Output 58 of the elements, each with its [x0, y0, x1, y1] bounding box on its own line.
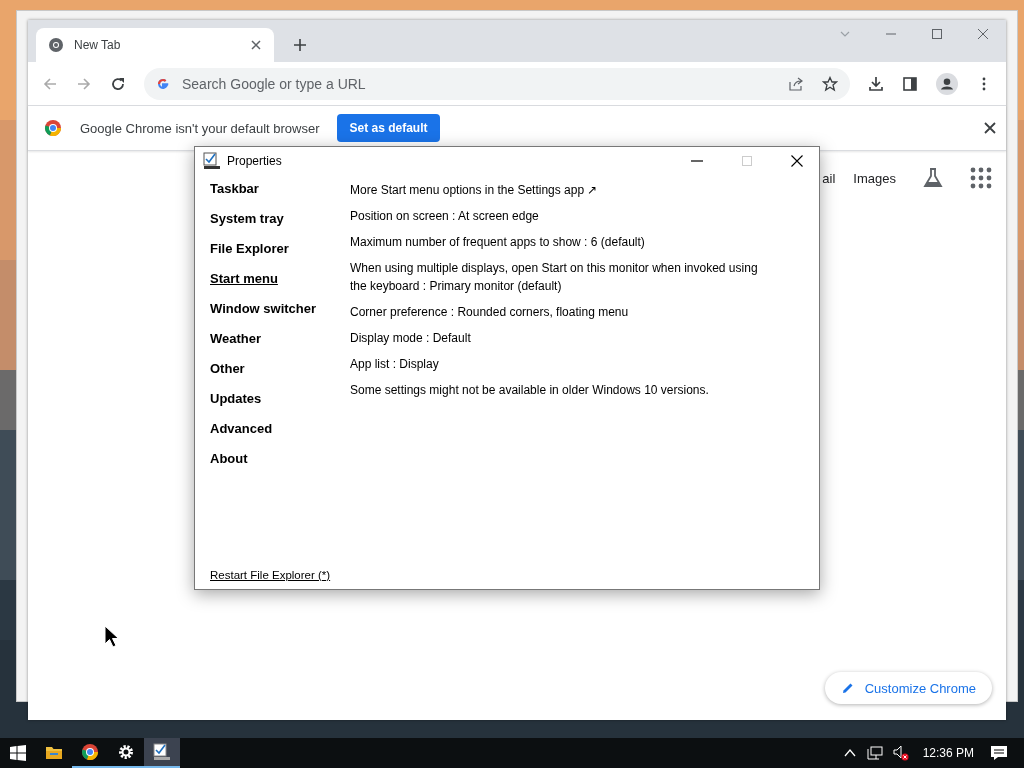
address-input[interactable]: Search Google or type a URL [180, 74, 444, 93]
nav-item[interactable]: Advanced [210, 421, 273, 436]
nav-item[interactable]: Updates [210, 391, 262, 406]
chrome-logo-icon [81, 743, 99, 761]
network-icon[interactable] [866, 745, 883, 761]
notification-icon[interactable] [990, 744, 1008, 762]
setting-text[interactable]: More Start menu options in the Settings app ↗ [350, 181, 598, 199]
nav-item[interactable]: Weather [210, 331, 262, 346]
nav-item[interactable]: Window switcher [210, 301, 317, 316]
maximize-icon[interactable] [931, 28, 943, 40]
setting-text[interactable]: Some settings might not be available in older Windows 10 versions. [350, 381, 709, 399]
restart-link[interactable]: Restart File Explorer (*) [210, 569, 331, 581]
window-title: Properties [227, 154, 282, 168]
reload-icon[interactable] [110, 75, 126, 92]
apps-grid-icon[interactable] [970, 167, 992, 189]
infobar-message: Google Chrome isn't your default browser [80, 120, 320, 136]
cursor-icon [104, 625, 120, 649]
customize-chrome-button[interactable]: Customize Chrome [824, 672, 992, 704]
close-icon[interactable] [250, 39, 262, 51]
share-icon[interactable] [788, 75, 804, 92]
nav-item[interactable]: File Explorer [210, 241, 289, 256]
setting-text[interactable]: Maximum number of frequent apps to show : 6 (default) [350, 233, 645, 251]
close-icon[interactable] [791, 155, 803, 167]
nav-item[interactable]: Start menu [210, 271, 278, 286]
nav-item[interactable]: Other [210, 361, 245, 376]
address-bar[interactable]: Search Google or type a URL [144, 67, 850, 100]
chrome-logo-icon [48, 37, 64, 53]
nav-item[interactable]: Taskbar [210, 181, 259, 196]
windows-logo-icon[interactable] [10, 745, 26, 761]
checkbox-app-icon [203, 152, 221, 170]
clock-time[interactable]: 12:36 PM [922, 746, 974, 760]
setting-text[interactable]: Position on screen : At screen edge [350, 207, 539, 225]
folder-icon [45, 744, 63, 762]
set-default-button[interactable]: Set as default [337, 114, 440, 142]
setting-text[interactable]: When using multiple displays, open Start on this monitor when invoked using the keyboard : Primary monitor (default) [350, 259, 770, 295]
star-icon[interactable] [822, 75, 838, 92]
new-tab-icon[interactable] [292, 37, 308, 53]
flask-icon[interactable] [922, 167, 944, 189]
close-icon[interactable] [984, 122, 996, 134]
taskbar-app[interactable] [144, 738, 180, 768]
profile-icon[interactable] [936, 72, 958, 95]
checkbox-app-icon [153, 743, 171, 761]
nav-item[interactable]: System tray [210, 211, 284, 226]
chrome-logo-icon [44, 119, 62, 137]
side-panel-icon[interactable] [902, 75, 918, 92]
download-icon[interactable] [868, 75, 884, 92]
pencil-icon [840, 681, 855, 695]
header-link[interactable]: Images [853, 170, 896, 186]
setting-text[interactable]: App list : Display [350, 355, 439, 373]
muted-speaker-icon[interactable] [892, 745, 909, 761]
gear-icon [117, 743, 135, 761]
setting-text[interactable]: Corner preference : Rounded corners, floating menu [350, 303, 629, 321]
maximize-icon [741, 155, 753, 167]
nav-item[interactable]: About [210, 451, 248, 466]
header-link[interactable]: ail [822, 170, 836, 186]
setting-text[interactable]: Display mode : Default [350, 329, 471, 347]
browser-tab[interactable]: New Tab [36, 28, 274, 62]
g-logo-icon [156, 76, 170, 91]
